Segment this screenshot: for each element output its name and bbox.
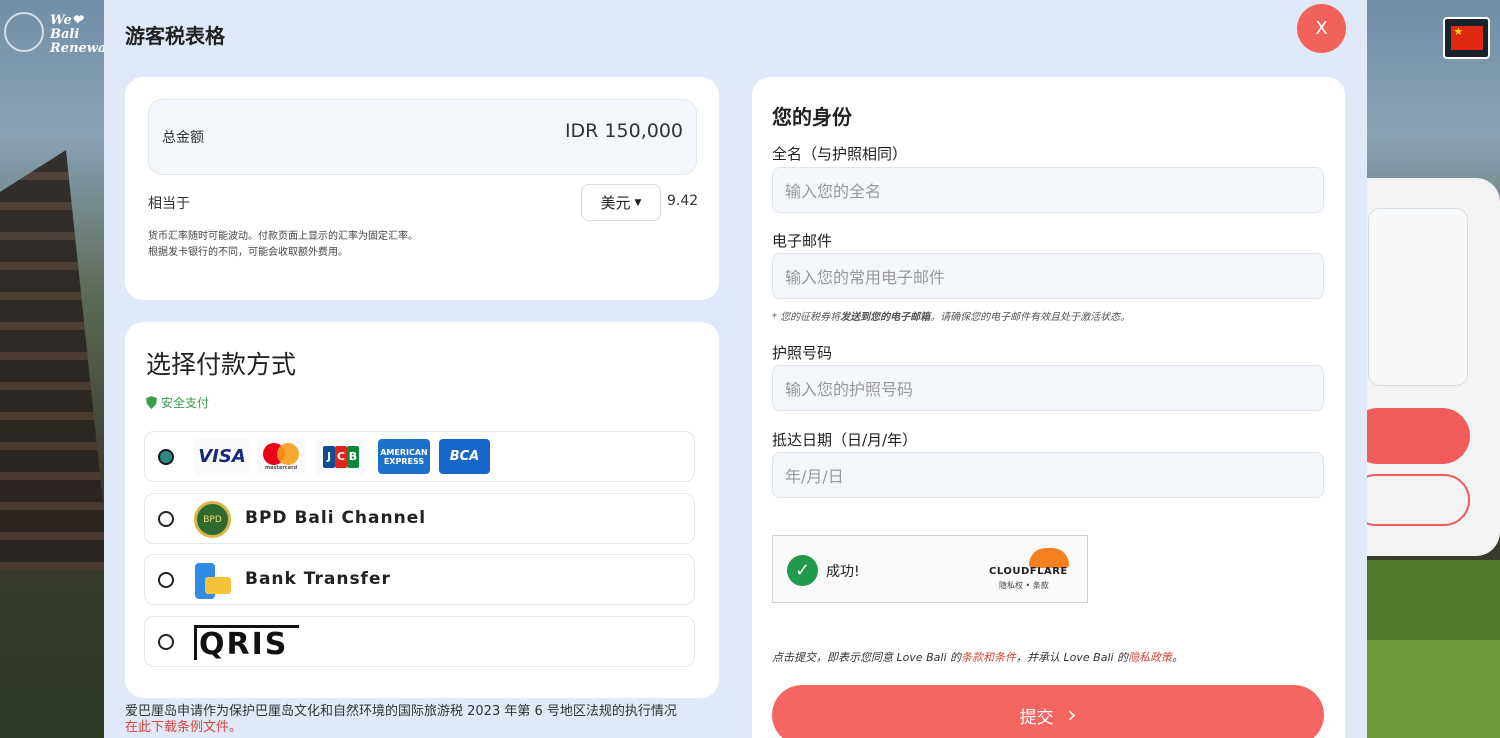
equivalent-label: 相当于 xyxy=(148,196,190,212)
amount-card: 总金额 IDR 150,000 相当于 美元 ▼ 9.42 货币汇率随时可能波动… xyxy=(125,77,719,300)
payment-card: 选择付款方式 安全支付 VISA mastercard JCB AMERICAN… xyxy=(125,322,719,698)
privacy-link[interactable]: 隐私政策 xyxy=(1128,651,1172,664)
bpd-logo-icon: BPD xyxy=(194,501,231,538)
secure-payment-label: 安全支付 xyxy=(146,394,209,411)
captcha-status: 成功! xyxy=(826,564,860,580)
tourist-tax-modal: 游客税表格 X 总金额 IDR 150,000 相当于 美元 ▼ 9.42 货币… xyxy=(104,0,1367,738)
arrival-date-input[interactable]: 年/月/日 xyxy=(772,452,1324,498)
shield-icon xyxy=(146,396,157,409)
currency-select[interactable]: 美元 ▼ xyxy=(581,184,661,221)
payment-option-bank-transfer[interactable]: Bank Transfer xyxy=(144,554,695,605)
logo-text: We❤ Bali Renewal xyxy=(50,13,112,56)
equivalent-value: 9.42 xyxy=(667,193,699,209)
china-flag-icon xyxy=(1450,26,1483,50)
passport-input[interactable]: 输入您的护照号码 xyxy=(772,365,1324,411)
exchange-note: 货币汇率随时可能波动。付款页面上显示的汇率为固定汇率。 根据发卡银行的不同，可能… xyxy=(148,229,418,261)
bank-transfer-icon xyxy=(195,563,231,599)
fullname-label: 全名（与护照相同） xyxy=(772,145,908,163)
note-line-2: 根据发卡银行的不同，可能会收取额外费用。 xyxy=(148,247,348,258)
total-label: 总金额 xyxy=(162,130,204,146)
payment-title: 选择付款方式 xyxy=(146,350,297,379)
chevron-right-icon: › xyxy=(1067,702,1077,728)
email-label: 电子邮件 xyxy=(772,232,833,250)
arrival-date-label: 抵达日期（日/月/年） xyxy=(772,431,918,449)
language-selector[interactable] xyxy=(1443,17,1490,59)
payment-option-cards[interactable]: VISA mastercard JCB AMERICAN EXPRESS BCA xyxy=(144,431,695,482)
cloud-icon xyxy=(1029,548,1069,568)
identity-card: 您的身份 全名（与护照相同） 输入您的全名 电子邮件 输入您的常用电子邮件 * … xyxy=(752,77,1345,738)
submit-button[interactable]: 提交 › xyxy=(772,685,1324,738)
temple-pagoda xyxy=(0,150,110,570)
jcb-logo: JCB xyxy=(316,438,366,475)
checkmark-icon: ✓ xyxy=(787,555,818,586)
site-logo[interactable]: We❤ Bali Renewal xyxy=(4,8,111,56)
total-value: IDR 150,000 xyxy=(564,120,683,142)
passport-label: 护照号码 xyxy=(772,344,833,362)
mastercard-logo: mastercard xyxy=(257,438,307,475)
bank-transfer-label: Bank Transfer xyxy=(245,569,391,589)
radio-bpd[interactable] xyxy=(158,511,174,527)
payment-option-qris[interactable]: QRIS xyxy=(144,616,695,667)
payment-option-bpd[interactable]: BPD BPD Bali Channel xyxy=(144,493,695,544)
visa-logo: VISA xyxy=(194,438,250,475)
total-amount-box: 总金额 IDR 150,000 xyxy=(148,99,697,175)
background-box xyxy=(1368,208,1468,386)
bpd-label: BPD Bali Channel xyxy=(245,508,427,528)
radio-qris[interactable] xyxy=(158,634,174,650)
identity-title: 您的身份 xyxy=(772,105,852,129)
regulation-text: 爱巴厘岛申请作为保护巴厘岛文化和自然环境的国际旅游税 2023 年第 6 号地区… xyxy=(125,704,677,736)
logo-mark-icon xyxy=(4,12,44,52)
fullname-input[interactable]: 输入您的全名 xyxy=(772,167,1324,213)
radio-cards[interactable] xyxy=(158,449,174,465)
background-secondary-button xyxy=(1350,474,1470,526)
submit-label: 提交 xyxy=(1019,707,1054,728)
note-line-1: 货币汇率随时可能波动。付款页面上显示的汇率为固定汇率。 xyxy=(148,231,418,242)
terms-text: 点击提交，即表示您同意 Love Bali 的条款和条件，并承认 Love Ba… xyxy=(772,651,1184,664)
regulation-description: 爱巴厘岛申请作为保护巴厘岛文化和自然环境的国际旅游税 2023 年第 6 号地区… xyxy=(125,704,677,719)
radio-bank-transfer[interactable] xyxy=(158,572,174,588)
bca-card-logo: BCA xyxy=(439,439,490,474)
cloudflare-logo: CLOUDFLARE 隐私权 • 条款 xyxy=(989,548,1073,590)
background-primary-button xyxy=(1350,408,1470,464)
rice-field-lower xyxy=(1360,640,1500,738)
modal-title: 游客税表格 xyxy=(125,24,225,48)
terms-link[interactable]: 条款和条件 xyxy=(961,651,1016,664)
qris-logo: QRIS xyxy=(194,625,299,662)
download-regulation-link[interactable]: 在此下载条例文件。 xyxy=(125,720,677,736)
close-button[interactable]: X xyxy=(1297,4,1346,53)
cloudflare-captcha[interactable]: ✓ 成功! CLOUDFLARE 隐私权 • 条款 xyxy=(772,535,1088,603)
cloudflare-name: CLOUDFLARE xyxy=(989,566,1068,577)
currency-selected: 美元 xyxy=(600,194,631,212)
caret-down-icon: ▼ xyxy=(634,197,642,208)
email-input[interactable]: 输入您的常用电子邮件 xyxy=(772,253,1324,299)
amex-logo: AMERICAN EXPRESS xyxy=(378,439,430,474)
captcha-links[interactable]: 隐私权 • 条款 xyxy=(999,580,1049,591)
secure-text: 安全支付 xyxy=(161,396,210,410)
email-hint: * 您的征税券将发送到您的电子邮箱。请确保您的电子邮件有效且处于激活状态。 xyxy=(772,312,1131,323)
